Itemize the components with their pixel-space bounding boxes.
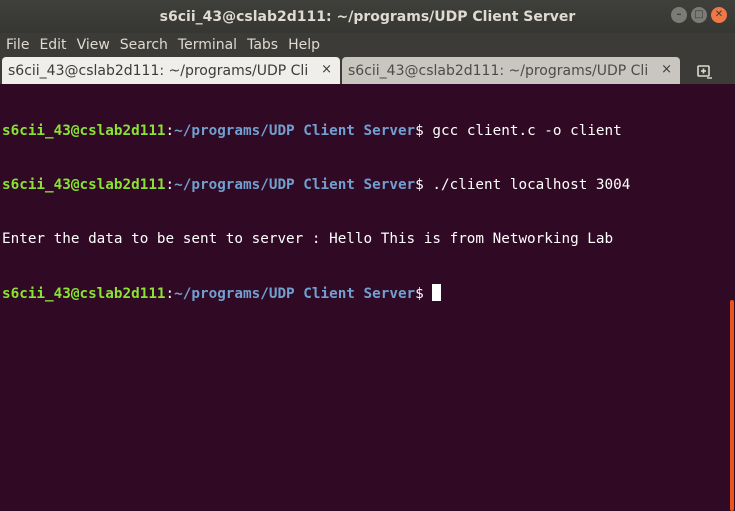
terminal-output[interactable]: s6cii_43@cslab2d111:~/programs/UDP Clien… [0, 84, 728, 511]
prompt-path: ~/programs/UDP Client Server [174, 177, 416, 193]
menu-edit[interactable]: Edit [39, 37, 73, 53]
menu-view[interactable]: View [77, 37, 117, 53]
tab-close-icon[interactable]: × [661, 62, 672, 77]
tab-close-icon[interactable]: × [321, 62, 332, 77]
prompt-path: ~/programs/UDP Client Server [174, 286, 416, 302]
new-tab-icon [697, 64, 712, 79]
tab-label: s6cii_43@cslab2d111: ~/programs/UDP Cli.… [8, 62, 308, 79]
terminal-line: s6cii_43@cslab2d111:~/programs/UDP Clien… [2, 177, 631, 193]
close-button[interactable]: ✕ [711, 7, 727, 23]
tab-1[interactable]: s6cii_43@cslab2d111: ~/programs/UDP Cli.… [2, 57, 340, 84]
prompt-user: s6cii_43@cslab2d111 [2, 123, 166, 139]
command-text: gcc client.c -o client [423, 123, 622, 139]
scroll-thumb[interactable] [730, 300, 734, 511]
tab-label: s6cii_43@cslab2d111: ~/programs/UDP Cli.… [348, 62, 648, 79]
maximize-button[interactable]: □ [691, 7, 707, 23]
new-tab-button[interactable] [680, 57, 730, 84]
terminal-line: Enter the data to be sent to server : He… [2, 230, 728, 248]
minimize-button[interactable]: – [671, 7, 687, 23]
tab-bar: s6cii_43@cslab2d111: ~/programs/UDP Cli.… [0, 56, 735, 84]
scrollbar[interactable] [728, 84, 735, 511]
menu-terminal[interactable]: Terminal [178, 37, 244, 53]
text-cursor [432, 284, 442, 301]
menu-file[interactable]: File [6, 37, 36, 53]
title-bar[interactable]: s6cii_43@cslab2d111: ~/programs/UDP Clie… [0, 0, 735, 33]
menu-bar: File Edit View Search Terminal Tabs Help [0, 33, 735, 56]
prompt-path: ~/programs/UDP Client Server [174, 123, 416, 139]
window-title: s6cii_43@cslab2d111: ~/programs/UDP Clie… [159, 8, 576, 25]
menu-search[interactable]: Search [120, 37, 175, 53]
program-output: Enter the data to be sent to server : He… [2, 231, 614, 247]
command-text: ./client localhost 3004 [423, 177, 631, 193]
prompt-user: s6cii_43@cslab2d111 [2, 177, 166, 193]
window-controls: – □ ✕ [671, 7, 727, 23]
menu-help[interactable]: Help [288, 37, 327, 53]
prompt-user: s6cii_43@cslab2d111 [2, 286, 166, 302]
terminal-line: s6cii_43@cslab2d111:~/programs/UDP Clien… [2, 123, 622, 139]
terminal-line: s6cii_43@cslab2d111:~/programs/UDP Clien… [2, 284, 728, 302]
tab-2[interactable]: s6cii_43@cslab2d111: ~/programs/UDP Cli.… [342, 57, 680, 84]
menu-tabs[interactable]: Tabs [247, 37, 285, 53]
